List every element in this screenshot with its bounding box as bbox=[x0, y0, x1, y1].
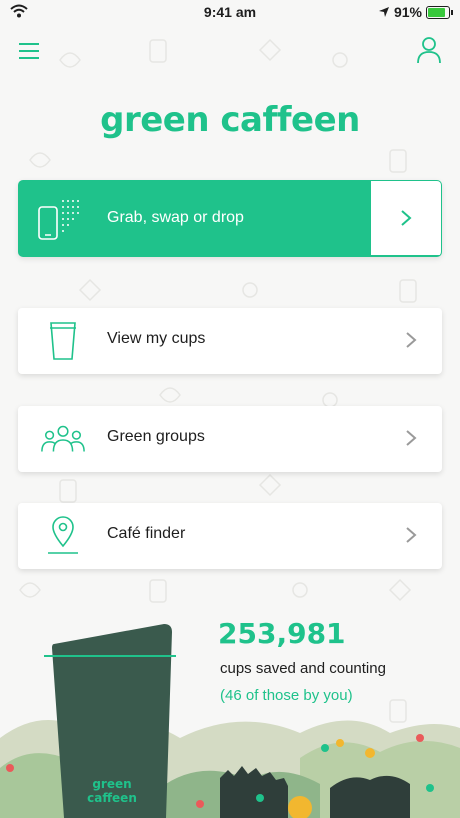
grab-swap-drop-label: Grab, swap or drop bbox=[107, 209, 244, 226]
chevron-right-icon bbox=[406, 332, 417, 348]
view-my-cups-button[interactable]: View my cups bbox=[18, 308, 442, 374]
cup-icon bbox=[40, 308, 86, 374]
status-right: 91% bbox=[378, 4, 453, 20]
location-pin-icon bbox=[40, 503, 86, 569]
group-icon bbox=[40, 406, 86, 472]
cup-brand-line2: caffeen bbox=[87, 791, 137, 805]
battery-percent: 91% bbox=[393, 4, 422, 20]
view-my-cups-label: View my cups bbox=[107, 330, 206, 347]
cup-brand-line1: green bbox=[92, 777, 131, 791]
green-groups-label: Green groups bbox=[107, 428, 205, 445]
green-groups-button[interactable]: Green groups bbox=[18, 406, 442, 472]
chevron-right-icon bbox=[406, 527, 417, 543]
status-bar: 9:41 am 91% bbox=[0, 0, 460, 24]
top-nav bbox=[0, 36, 460, 68]
grab-swap-drop-button[interactable]: Grab, swap or drop bbox=[18, 180, 442, 257]
chevron-right-icon bbox=[406, 430, 417, 446]
user-cups-saved: (46 of those by you) bbox=[220, 687, 353, 704]
location-arrow-icon bbox=[378, 7, 389, 17]
phone-scan-icon bbox=[38, 200, 79, 240]
cafe-finder-button[interactable]: Café finder bbox=[18, 503, 442, 569]
grab-swap-drop-chevron[interactable] bbox=[371, 181, 441, 255]
cafe-finder-label: Café finder bbox=[107, 525, 186, 542]
cup-illustration: green caffeen bbox=[44, 624, 176, 818]
hamburger-menu-icon[interactable] bbox=[18, 40, 40, 62]
cups-saved-count: 253,981 bbox=[218, 617, 346, 650]
app-logo: green caffeen bbox=[100, 100, 360, 140]
battery-icon bbox=[426, 5, 453, 19]
profile-icon[interactable] bbox=[416, 36, 442, 64]
cups-saved-label: cups saved and counting bbox=[220, 660, 386, 677]
chevron-right-icon bbox=[401, 210, 412, 226]
